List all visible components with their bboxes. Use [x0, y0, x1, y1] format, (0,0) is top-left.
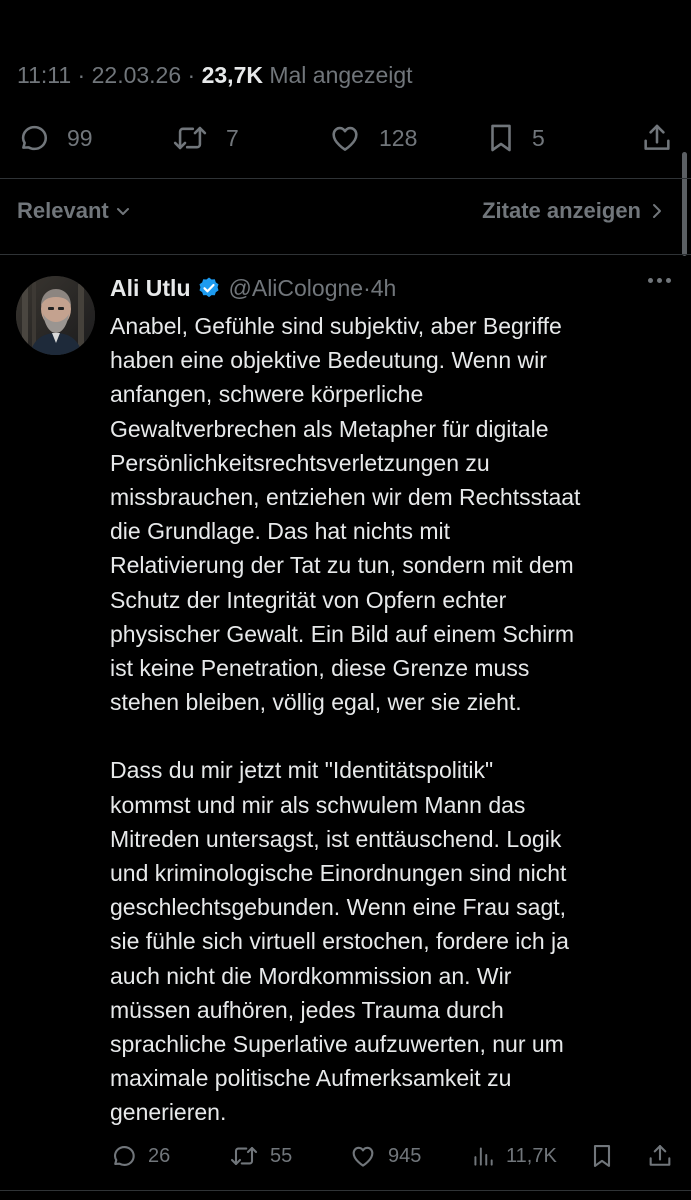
share-icon	[644, 124, 670, 150]
sort-row: Relevant Zitate anzeigen	[0, 190, 691, 234]
main-tweet-action-bar: 99 7 128 5	[0, 116, 691, 160]
reply-action-bar: 26 55 945 11,7K	[0, 1136, 691, 1176]
verified-badge-icon	[197, 276, 221, 300]
divider	[0, 254, 691, 255]
heart-icon	[352, 1146, 374, 1167]
show-quotes-button[interactable]: Zitate anzeigen	[482, 198, 667, 224]
reply-views-button[interactable]: 11,7K	[470, 1136, 557, 1176]
views-label: Mal angezeigt	[269, 62, 413, 88]
reply-reply-button[interactable]: 26	[110, 1136, 170, 1176]
avatar-photo	[16, 276, 95, 355]
tweet-date: 22.03.26	[91, 62, 182, 88]
header-separator: ·	[363, 274, 371, 301]
bookmark-count: 5	[532, 124, 545, 151]
share-icon	[649, 1145, 671, 1166]
reply-text: Anabel, Gefühle sind subjektiv, aber Beg…	[110, 309, 672, 1130]
reply-bookmark-button[interactable]	[590, 1136, 614, 1176]
reply-count: 99	[67, 124, 93, 151]
repost-button[interactable]: 7	[170, 116, 239, 160]
divider	[0, 178, 691, 179]
bookmark-icon	[593, 1145, 611, 1167]
reply-time[interactable]: 4h	[371, 275, 397, 302]
author-name[interactable]: Ali Utlu	[110, 275, 191, 302]
reply-like-count: 945	[388, 1144, 422, 1167]
reply-paragraph-1: Anabel, Gefühle sind subjektiv, aber Beg…	[110, 313, 581, 716]
comment-icon	[113, 1145, 135, 1167]
relevant-sort-button[interactable]: Relevant	[17, 198, 133, 224]
views-count[interactable]: 23,7K	[202, 62, 263, 88]
like-button[interactable]: 128	[327, 116, 417, 160]
repost-count: 7	[226, 124, 239, 151]
reply-repost-button[interactable]: 55	[228, 1136, 292, 1176]
reply-button[interactable]: 99	[17, 116, 93, 160]
reply-views-count: 11,7K	[506, 1144, 557, 1167]
tweet-meta-line: 11:11 · 22.03.26 · 23,7K Mal angezeigt	[17, 62, 413, 89]
more-icon[interactable]	[648, 278, 671, 283]
meta-separator: ·	[77, 62, 86, 88]
repost-icon	[230, 1146, 258, 1166]
chevron-down-icon	[116, 208, 129, 215]
author-handle[interactable]: @AliCologne	[229, 275, 364, 302]
reply-reply-count: 26	[148, 1144, 171, 1167]
tweet-time: 11:11	[17, 62, 72, 88]
reply-like-button[interactable]: 945	[348, 1136, 421, 1176]
heart-icon	[332, 126, 358, 151]
relevant-label: Relevant	[17, 198, 109, 223]
comment-icon	[21, 125, 48, 151]
repost-icon	[173, 126, 207, 150]
bookmark-button[interactable]: 5	[486, 116, 545, 160]
avatar[interactable]	[16, 276, 95, 355]
meta-separator: ·	[187, 62, 196, 88]
reply-repost-count: 55	[270, 1144, 293, 1167]
reply-paragraph-2: Dass du mir jetzt mit "Identitätspolitik…	[110, 757, 569, 1126]
divider	[0, 1190, 691, 1191]
chevron-right-icon	[653, 204, 661, 218]
reply-share-button[interactable]	[646, 1136, 674, 1176]
reply-header: Ali Utlu @AliCologne · 4h	[110, 272, 396, 304]
like-count: 128	[379, 124, 418, 151]
bookmark-icon	[491, 124, 511, 152]
share-button[interactable]	[640, 116, 674, 160]
show-quotes-label: Zitate anzeigen	[482, 198, 641, 223]
views-icon	[474, 1147, 493, 1166]
